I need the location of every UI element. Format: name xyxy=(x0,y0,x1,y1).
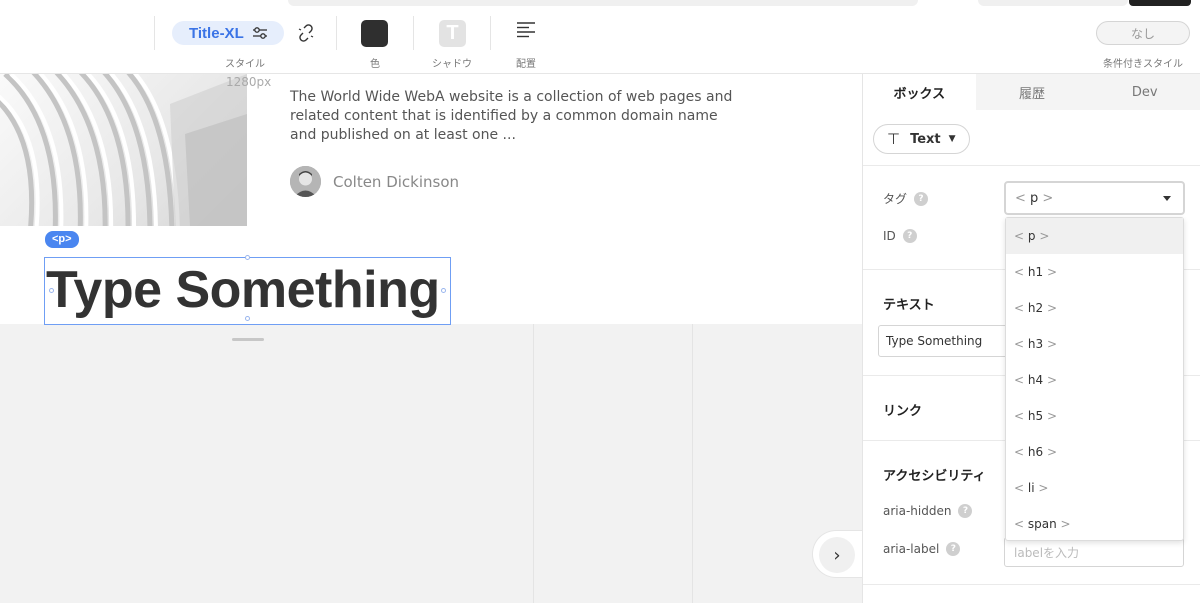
tag-select[interactable]: < p > xyxy=(1004,181,1185,215)
top-toolbar: Title-XL スタイル 色 T シャドウ 配置 なし 条件付きスタイル xyxy=(0,0,1200,74)
id-label: ID xyxy=(883,229,896,243)
top-strip-right xyxy=(978,0,1128,6)
expand-panel-button[interactable]: › xyxy=(812,530,862,578)
chevron-right-icon: › xyxy=(819,537,855,573)
tab-dev[interactable]: Dev xyxy=(1088,74,1200,110)
element-type-button[interactable]: ⊤ Text ▼ xyxy=(873,124,970,154)
align-left-icon[interactable] xyxy=(517,22,535,42)
toolbar-divider xyxy=(336,16,337,50)
dropdown-option-h6[interactable]: < h6 > xyxy=(1006,434,1183,470)
grid-line xyxy=(692,324,693,603)
resize-handle-bottom[interactable] xyxy=(245,316,250,321)
tag-select-value: p xyxy=(1030,190,1039,206)
aria-label-row-label: aria-label ? xyxy=(883,542,961,556)
heading-text[interactable]: Type Something xyxy=(46,260,440,320)
id-row-label: ID ? xyxy=(883,229,917,243)
help-icon[interactable]: ? xyxy=(946,542,961,556)
conditional-style-caption: 条件付きスタイル xyxy=(1103,59,1183,70)
conditional-style-select[interactable]: なし xyxy=(1096,21,1190,45)
toolbar-divider xyxy=(490,16,491,50)
dropdown-option-p[interactable]: < p > xyxy=(1006,218,1183,254)
architecture-photo xyxy=(0,74,247,226)
toolbar-divider xyxy=(413,16,414,50)
tab-box[interactable]: ボックス xyxy=(863,74,976,110)
text-section-title: テキスト xyxy=(883,298,935,313)
article-excerpt[interactable]: The World Wide WebA website is a collect… xyxy=(290,88,745,145)
resize-handle-right[interactable] xyxy=(441,288,446,293)
style-chip[interactable]: Title-XL xyxy=(172,21,284,45)
dropdown-option-span[interactable]: < span > xyxy=(1006,506,1183,542)
align-caption: 配置 xyxy=(516,59,536,70)
dropdown-caret-icon xyxy=(1163,196,1171,201)
toolbar-divider xyxy=(154,16,155,50)
color-caption: 色 xyxy=(370,59,380,70)
author-name[interactable]: Colten Dickinson xyxy=(333,173,459,191)
chevron-down-icon: ▼ xyxy=(948,134,956,144)
a11y-section-title: アクセシビリティ xyxy=(883,469,986,484)
resize-handle-left[interactable] xyxy=(49,288,54,293)
dropdown-option-li[interactable]: < li > xyxy=(1006,470,1183,506)
selected-text-element[interactable]: Type Something xyxy=(44,255,451,325)
style-chip-label: Title-XL xyxy=(189,24,244,42)
dropdown-option-h1[interactable]: < h1 > xyxy=(1006,254,1183,290)
shadow-caption: シャドウ xyxy=(432,59,472,70)
style-caption: スタイル xyxy=(225,59,265,70)
tag-label: タグ xyxy=(883,192,908,206)
help-icon[interactable]: ? xyxy=(958,504,973,518)
text-shadow-icon[interactable]: T xyxy=(439,20,466,47)
top-strip xyxy=(288,0,918,6)
text-type-icon: ⊤ xyxy=(887,131,901,148)
element-type-label: Text xyxy=(910,131,941,147)
help-icon[interactable]: ? xyxy=(902,229,917,243)
tag-dropdown-menu: < p > < h1 > < h2 > < h3 > < h4 > < h5 >… xyxy=(1005,217,1184,541)
top-dark-tab[interactable] xyxy=(1129,0,1191,6)
hero-image[interactable] xyxy=(0,74,247,226)
canvas-width-label: 1280px xyxy=(226,75,272,89)
selected-tag-badge[interactable]: <p> xyxy=(45,231,79,248)
sliders-icon[interactable] xyxy=(252,25,268,45)
resize-handle-top[interactable] xyxy=(245,255,250,260)
dropdown-option-h5[interactable]: < h5 > xyxy=(1006,398,1183,434)
panel-tabs: ボックス 履歴 Dev xyxy=(863,74,1200,110)
link-section-title[interactable]: リンク xyxy=(883,400,922,419)
help-icon[interactable]: ? xyxy=(914,191,929,206)
avatar[interactable] xyxy=(290,166,321,197)
aria-hidden-label: aria-hidden xyxy=(883,504,952,518)
dropdown-option-h4[interactable]: < h4 > xyxy=(1006,362,1183,398)
color-swatch[interactable] xyxy=(361,20,388,47)
unlink-icon[interactable] xyxy=(297,24,315,46)
aria-label-label: aria-label xyxy=(883,542,940,556)
dropdown-option-h2[interactable]: < h2 > xyxy=(1006,290,1183,326)
tag-row-label: タグ ? xyxy=(883,190,929,207)
divider xyxy=(863,165,1200,166)
drag-handle[interactable] xyxy=(232,338,264,341)
grid-line xyxy=(533,324,534,603)
dropdown-option-h3[interactable]: < h3 > xyxy=(1006,326,1183,362)
tab-history[interactable]: 履歴 xyxy=(976,74,1089,110)
divider xyxy=(863,584,1200,585)
aria-hidden-row-label: aria-hidden ? xyxy=(883,504,973,518)
